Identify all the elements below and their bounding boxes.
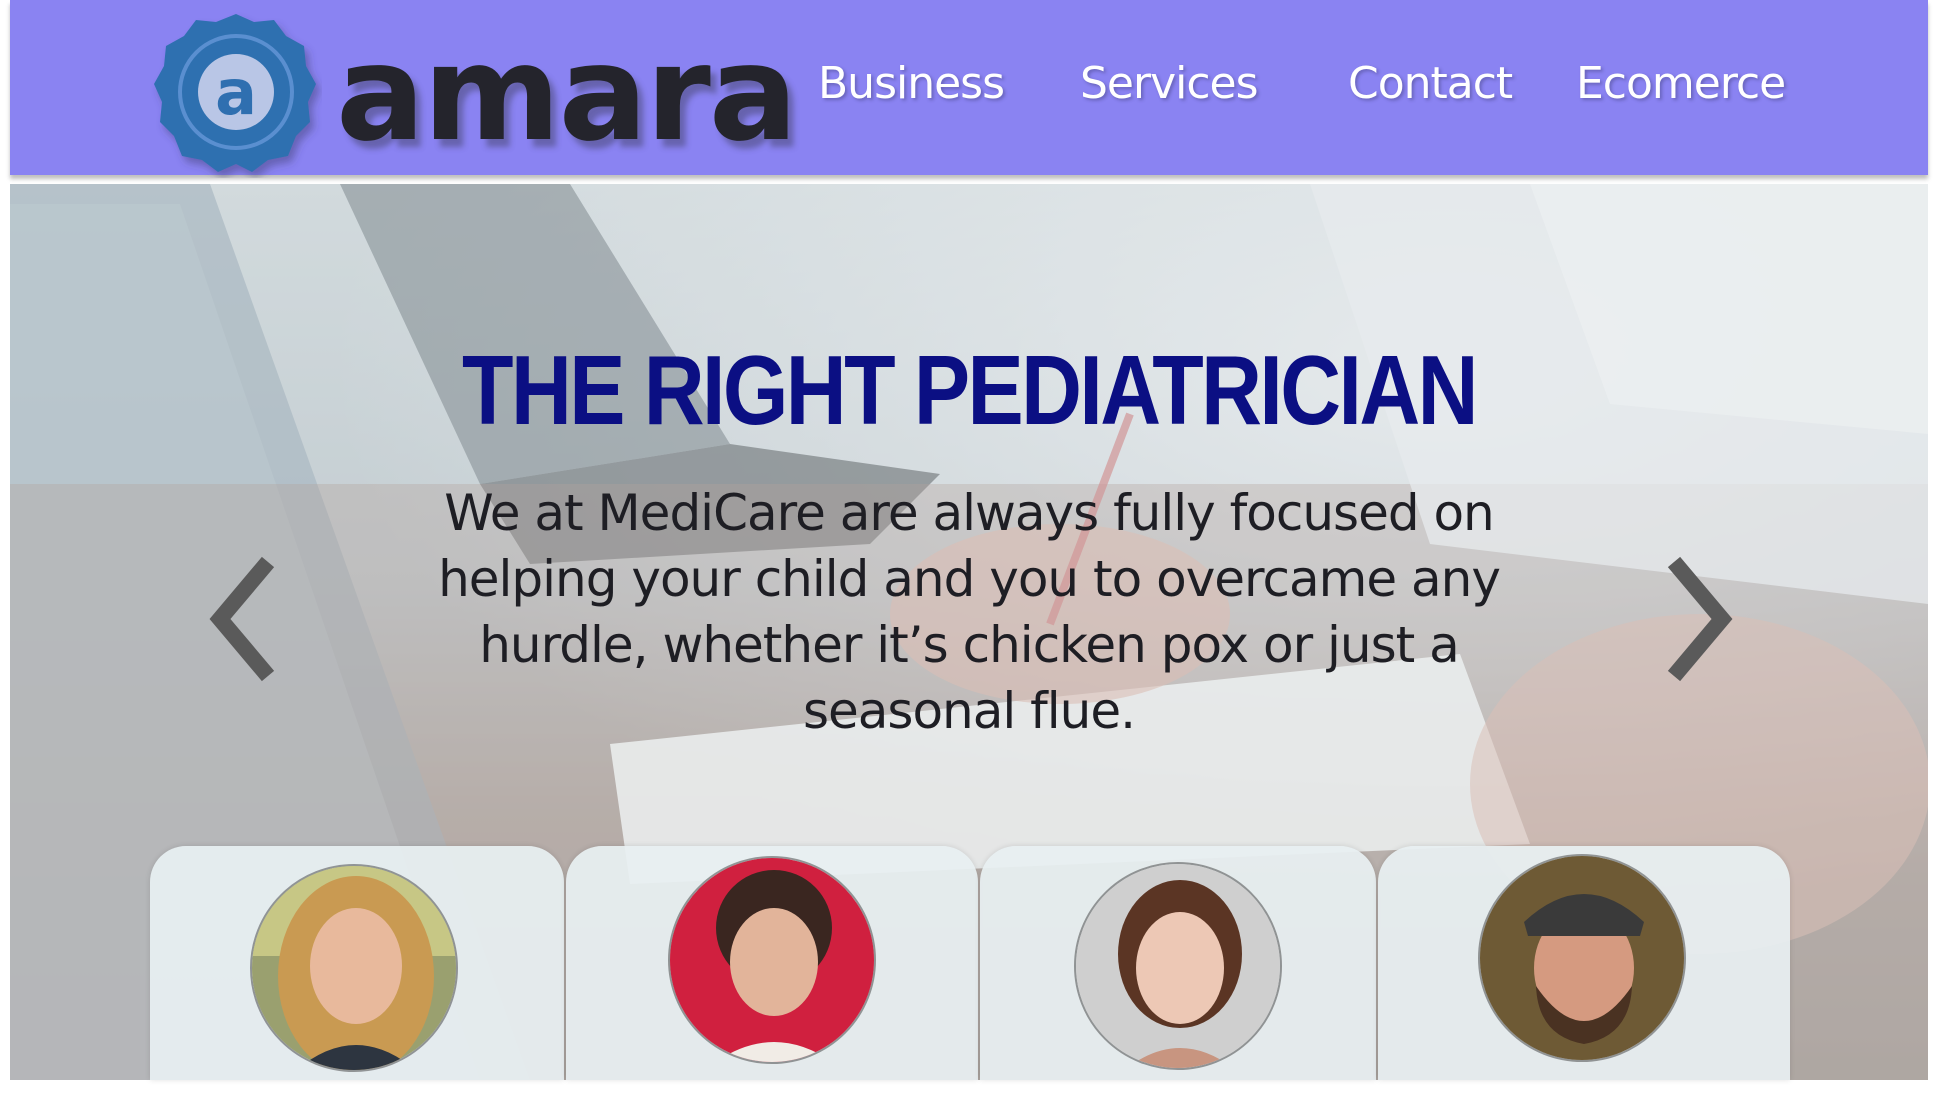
team-card[interactable] — [150, 846, 564, 1080]
team-cards — [150, 846, 1790, 1080]
woman-blonde-portrait-icon — [252, 866, 456, 1070]
nav-business[interactable]: Business — [818, 58, 1005, 109]
page: a amara Business Services Contact Ecomer… — [0, 0, 1938, 1097]
carousel-next-button[interactable] — [1656, 554, 1736, 684]
chevron-left-icon — [209, 556, 275, 682]
hero-description: We at MediCare are always fully focused … — [438, 484, 1501, 740]
chevron-right-icon — [1667, 556, 1733, 682]
carousel-prev-button[interactable] — [206, 554, 286, 684]
site-header: a amara Business Services Contact Ecomer… — [10, 0, 1928, 175]
man-cap-beard-portrait-icon — [1480, 856, 1684, 1060]
team-card[interactable] — [980, 846, 1376, 1080]
team-card[interactable] — [566, 846, 978, 1080]
avatar — [668, 856, 876, 1064]
hero-title: THE RIGHT PEDIATRICIAN — [462, 335, 1478, 445]
team-card[interactable] — [1378, 846, 1790, 1080]
avatar — [1074, 862, 1282, 1070]
nav-ecomerce[interactable]: Ecomerce — [1576, 58, 1786, 109]
avatar — [1478, 854, 1686, 1062]
nav-services[interactable]: Services — [1080, 58, 1259, 109]
woman-curly-hair-portrait-icon — [670, 858, 874, 1062]
woman-brown-hair-portrait-icon — [1076, 864, 1280, 1068]
nav-contact[interactable]: Contact — [1348, 58, 1513, 109]
main-nav: Business Services Contact Ecomerce — [10, 58, 1928, 128]
avatar — [250, 864, 458, 1072]
